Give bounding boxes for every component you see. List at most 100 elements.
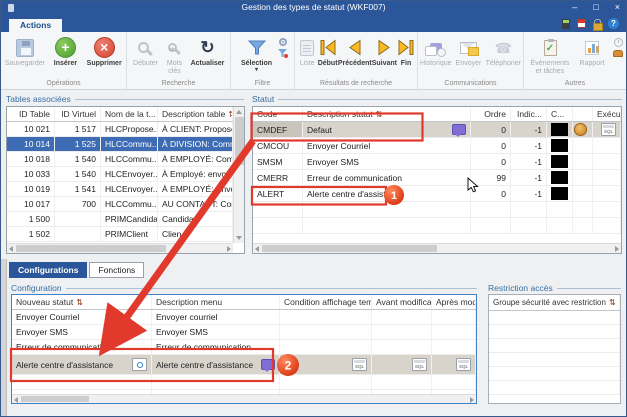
statut-row[interactable]: SMSM Envoyer SMS 0 -1: [253, 154, 621, 170]
list-icon: [300, 40, 314, 56]
configuration-row[interactable]: Envoyer SMSEnvoyer SMS: [12, 325, 476, 340]
scroll-left-arrow[interactable]: [9, 246, 13, 252]
selection-button[interactable]: Sélection ▾: [238, 35, 276, 73]
plus-icon: +: [55, 37, 76, 58]
help-icon[interactable]: ?: [608, 18, 619, 29]
debut-button[interactable]: Début: [317, 35, 337, 68]
palette-icon[interactable]: [574, 123, 587, 136]
statut-horizontal-scrollbar[interactable]: [253, 243, 621, 253]
sql-template-button[interactable]: SQL: [352, 358, 367, 371]
restriction-row-empty: [489, 381, 620, 395]
events-tasks-icon: ✓: [544, 40, 557, 56]
statut-row[interactable]: ALERT Alerte centre d'assistance 0 -1: [253, 186, 621, 202]
configuration-horizontal-scrollbar[interactable]: [12, 394, 476, 403]
statut-row-selected[interactable]: CMDEF Defaut 0 -1 SQL: [253, 122, 621, 138]
chevron-down-icon: ▾: [255, 68, 258, 73]
scroll-up-arrow[interactable]: [236, 110, 242, 114]
color-swatch[interactable]: [551, 155, 568, 168]
scroll-right-arrow[interactable]: [470, 397, 474, 403]
tab-actions[interactable]: Actions: [9, 19, 62, 32]
configuration-row[interactable]: Envoyer CourrielEnvoyer courriel: [12, 310, 476, 325]
color-swatch[interactable]: [551, 139, 568, 152]
minimize-button[interactable]: –: [572, 1, 577, 14]
sql-template-button[interactable]: SQL: [456, 358, 471, 371]
suivant-button[interactable]: Suivant: [372, 35, 397, 68]
scroll-right-arrow[interactable]: [615, 246, 619, 252]
mini-funnel-icon[interactable]: [278, 49, 288, 58]
previous-icon: [347, 39, 363, 56]
save-button[interactable]: Sauvegarder: [3, 35, 47, 68]
debuter-button[interactable]: Débuter: [130, 35, 162, 68]
x-icon: ×: [94, 37, 115, 58]
phone-icon: ☎: [495, 41, 512, 55]
fin-button[interactable]: Fin: [397, 35, 415, 68]
table-row[interactable]: 10 017700HLCCommu...AU CONTACT: Commu...: [7, 197, 233, 212]
tab-fonctions[interactable]: Fonctions: [89, 262, 144, 278]
tables-horizontal-scrollbar[interactable]: [7, 243, 233, 253]
insert-button[interactable]: + Insérer: [50, 35, 82, 68]
table-row[interactable]: 10 0211 517HLCPropose...À CLIENT: Propos…: [7, 122, 233, 137]
sort-icon: ⇅: [609, 298, 616, 307]
evenements-button[interactable]: ✓ Évènements et tâches: [527, 35, 573, 75]
lock-icon[interactable]: [593, 19, 601, 29]
statut-row-empty: [253, 202, 621, 218]
color-swatch[interactable]: [551, 123, 568, 136]
group-resultats: Liste Début Précédent Suivant: [295, 32, 418, 89]
color-swatch[interactable]: [551, 187, 568, 200]
sql-template-button[interactable]: SQL: [601, 123, 616, 136]
telephoner-button[interactable]: ☎ Téléphoner: [486, 35, 521, 68]
search-icon: [138, 42, 149, 53]
precedent-button[interactable]: Précédent: [338, 35, 372, 68]
table-row[interactable]: 1 500PRIMCandidatCandidat: [7, 212, 233, 227]
configuration-panel-title: Configuration: [11, 283, 477, 293]
maximize-button[interactable]: □: [593, 1, 598, 14]
left-edge-scrollbar[interactable]: [1, 259, 7, 416]
group-label: Résultats de recherche: [295, 80, 417, 89]
table-row[interactable]: 10 0181 540HLCCommu...À EMPLOYÉ: Communi…: [7, 152, 233, 167]
app-window: Gestion des types de statut (WKF007) – □…: [0, 0, 627, 417]
configuration-row-selected[interactable]: Alerte centre d'assistance Alerte centre…: [12, 355, 476, 375]
search-icon: [137, 362, 143, 368]
table-row[interactable]: 10 0191 541HLCEnvoyer...À EMPLOYÉ: Envoy…: [7, 182, 233, 197]
rapport-button[interactable]: Rapport: [576, 35, 608, 68]
configuration-header-row[interactable]: Nouveau statut⇅ Description menu Conditi…: [12, 295, 476, 310]
restriction-row-empty: [489, 325, 620, 339]
scroll-left-arrow[interactable]: [14, 397, 18, 403]
chat-history-icon: [430, 43, 442, 52]
restriction-header-row[interactable]: Groupe sécurité avec restriction⇅: [489, 295, 620, 311]
tables-vertical-scrollbar[interactable]: [233, 107, 244, 243]
scroll-down-arrow[interactable]: [236, 236, 242, 240]
configuration-row[interactable]: Erreur de communicationErreur de communi…: [12, 340, 476, 355]
statut-panel-title: Statut: [252, 94, 622, 104]
envoyer-button[interactable]: Envoyer: [456, 35, 482, 68]
lookup-button[interactable]: [132, 358, 147, 371]
calculator-icon[interactable]: [562, 19, 570, 29]
gear-icon[interactable]: [279, 38, 287, 46]
table-row-selected[interactable]: 10 0141 525HLCCommu...À DIVISION: Commun…: [7, 137, 233, 152]
scroll-right-arrow[interactable]: [227, 246, 231, 252]
chat-template-button[interactable]: [452, 124, 466, 135]
delete-button[interactable]: × Supprimer: [84, 35, 124, 68]
statut-row[interactable]: CMERR Erreur de communication 99 -1: [253, 170, 621, 186]
mots-cles-button[interactable]: abc Mots clés: [162, 35, 188, 75]
restriction-row-empty: [489, 311, 620, 325]
statut-row[interactable]: CMCOU Envoyer Courriel 0 -1: [253, 138, 621, 154]
statut-header-row[interactable]: Code Description statut⇅ Ordre Indic... …: [253, 107, 621, 122]
cake-icon[interactable]: [613, 50, 623, 57]
table-row[interactable]: 10 0331 540HLCEnvoyer...À Employé: envoy…: [7, 167, 233, 182]
close-button[interactable]: ×: [615, 1, 620, 14]
scroll-left-arrow[interactable]: [255, 246, 259, 252]
clock-icon[interactable]: [614, 38, 623, 47]
liste-button[interactable]: Liste: [297, 35, 317, 68]
tab-configurations[interactable]: Configurations: [9, 262, 87, 278]
table-row[interactable]: 1 502PRIMClientClien...: [7, 227, 233, 242]
color-swatch[interactable]: [551, 171, 568, 184]
statut-grid: Code Description statut⇅ Ordre Indic... …: [252, 106, 622, 254]
chat-template-button[interactable]: [261, 359, 275, 370]
group-communications: Historique Envoyer ☎ Téléphoner Communic…: [418, 32, 524, 89]
refresh-button[interactable]: ↻ Actualiser: [188, 35, 228, 68]
historique-button[interactable]: Historique: [420, 35, 452, 68]
tables-header-row[interactable]: ID Table ID Virtuel Nom de la t... Descr…: [7, 107, 233, 122]
calendar-icon[interactable]: [577, 19, 586, 28]
sql-template-button[interactable]: SQL: [412, 358, 427, 371]
